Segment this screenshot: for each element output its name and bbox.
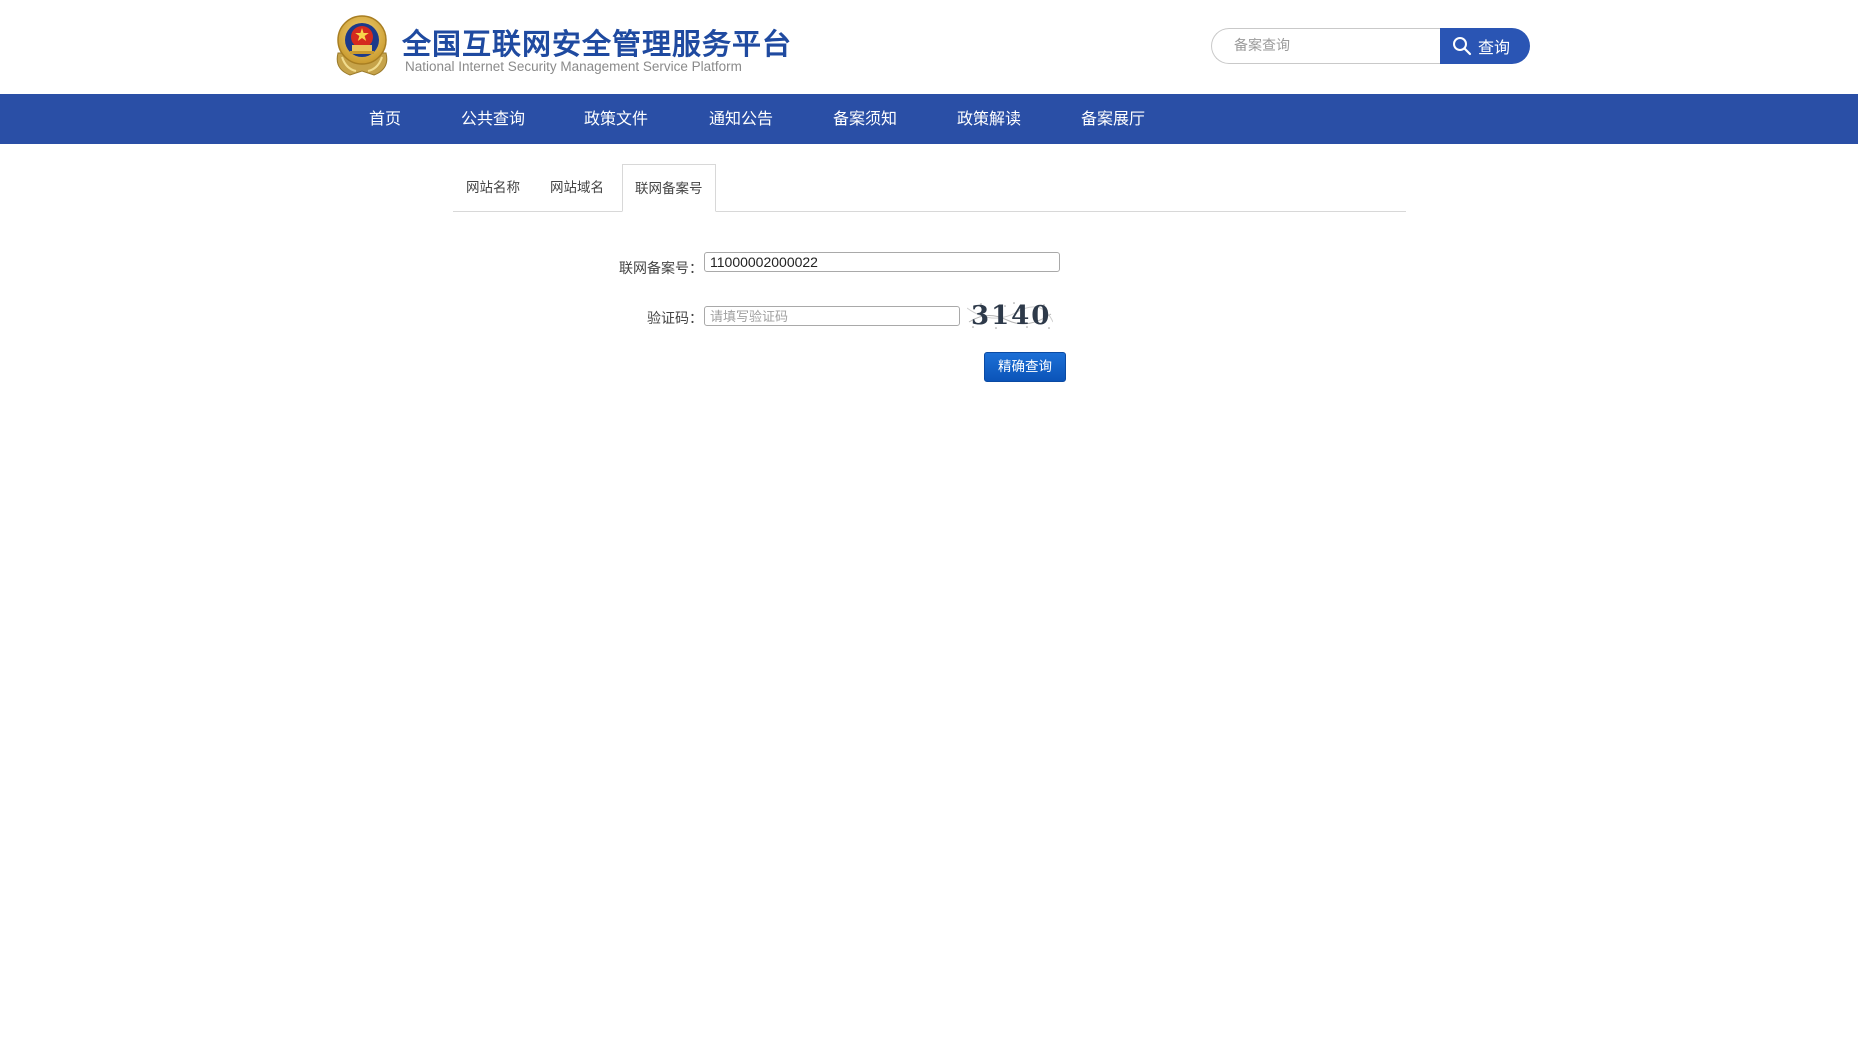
search-input[interactable]: [1211, 28, 1441, 64]
tab-site-name[interactable]: 网站名称: [466, 164, 520, 212]
search-icon: [1453, 37, 1472, 56]
search-button[interactable]: 查询: [1440, 28, 1530, 64]
nav-item-home[interactable]: 首页: [369, 94, 401, 144]
captcha-text: 3140: [971, 301, 1051, 331]
nav-item-policy-docs[interactable]: 政策文件: [584, 94, 648, 144]
police-emblem-icon[interactable]: [332, 13, 392, 79]
record-number-input[interactable]: [704, 252, 1060, 272]
main-nav: 首页 公共查询 政策文件 通知公告 备案须知 政策解读 备案展厅: [0, 94, 1858, 144]
captcha-input[interactable]: [704, 306, 960, 326]
nav-item-public-query[interactable]: 公共查询: [461, 94, 525, 144]
nav-item-filing-guide[interactable]: 备案须知: [833, 94, 897, 144]
tab-site-domain[interactable]: 网站域名: [550, 164, 604, 212]
site-subtitle: National Internet Security Management Se…: [405, 59, 742, 74]
nav-item-policy-interpretation[interactable]: 政策解读: [957, 94, 1021, 144]
nav-item-filing-hall[interactable]: 备案展厅: [1081, 94, 1145, 144]
exact-query-button[interactable]: 精确查询: [984, 352, 1066, 382]
captcha-label: 验证码：: [647, 311, 703, 327]
search-button-label: 查询: [1478, 38, 1511, 57]
tab-record-number[interactable]: 联网备案号: [622, 164, 716, 212]
site-header: 全国互联网安全管理服务平台 National Internet Security…: [0, 0, 1858, 94]
captcha-image[interactable]: 3140: [966, 300, 1054, 331]
site-title: 全国互联网安全管理服务平台: [402, 27, 793, 61]
nav-item-notices[interactable]: 通知公告: [709, 94, 773, 144]
record-number-label: 联网备案号：: [619, 261, 703, 277]
